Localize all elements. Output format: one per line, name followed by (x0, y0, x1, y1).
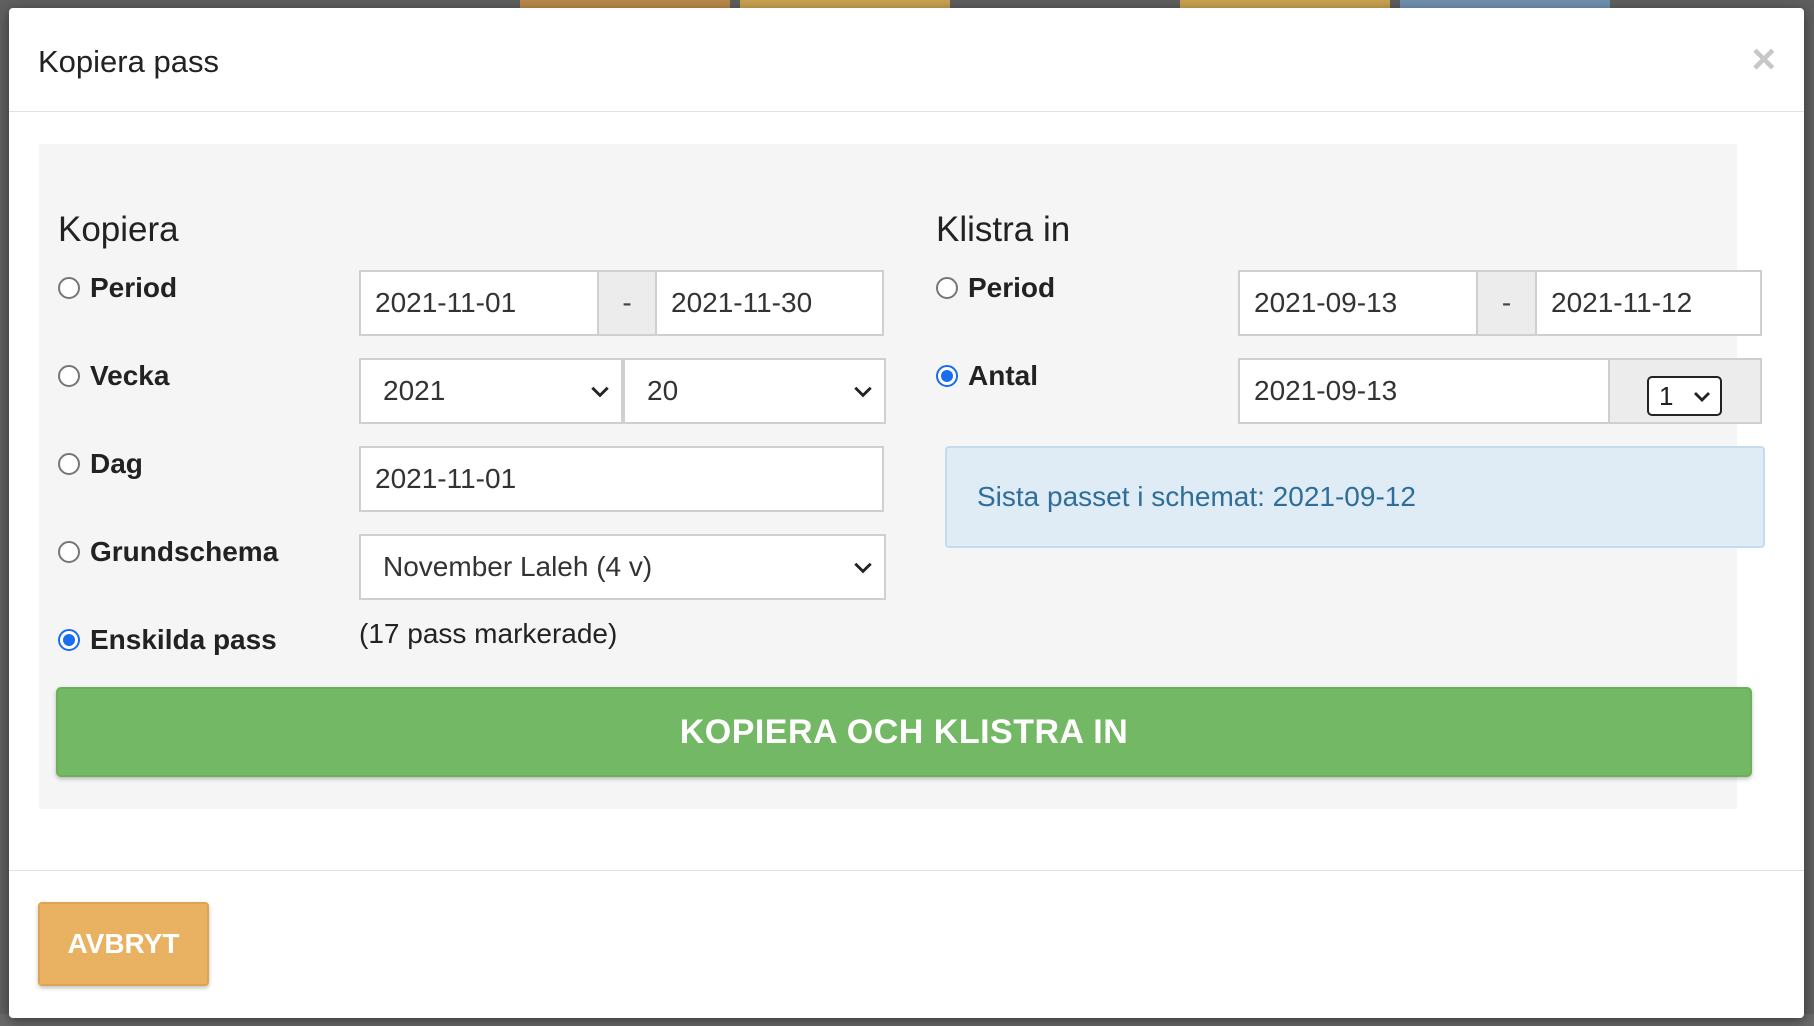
paste-period-radio[interactable] (936, 277, 958, 299)
copy-week-label: Vecka (90, 360, 170, 391)
week-year-value: 2021 (383, 375, 446, 406)
background-app-strip (520, 0, 730, 8)
copy-option-day[interactable]: Dag (58, 448, 143, 480)
week-year-select[interactable]: 2021 (359, 358, 623, 424)
copy-day-radio[interactable] (58, 453, 80, 475)
paste-option-period[interactable]: Period (936, 272, 1055, 304)
copy-day-input[interactable]: 2021-11-01 (359, 446, 884, 512)
copy-base-schedule-radio[interactable] (58, 541, 80, 563)
cancel-button[interactable]: AVBRYT (38, 902, 209, 986)
paste-heading: Klistra in (936, 210, 1071, 249)
base-schedule-value: November Laleh (4 v) (383, 551, 653, 582)
paste-count-radio[interactable] (936, 365, 958, 387)
paste-period-separator: - (1478, 270, 1535, 336)
dialog-header: Kopiera pass × (9, 8, 1804, 112)
copy-period-radio[interactable] (58, 277, 80, 299)
copy-paste-panel: Kopiera Period 2021-11-01 - 2021-11-30 V… (39, 144, 1765, 809)
close-icon[interactable]: × (1751, 38, 1776, 80)
paste-period-to-input[interactable]: 2021-11-12 (1535, 270, 1762, 336)
paste-count-start-input[interactable]: 2021-09-13 (1238, 358, 1610, 424)
copy-option-individual-shifts[interactable]: Enskilda pass (58, 624, 277, 656)
dialog-title: Kopiera pass (38, 44, 219, 79)
background-app-strip (740, 0, 950, 8)
copy-shifts-dialog: Kopiera pass × Kopiera Period 2021-11-01… (9, 8, 1804, 1018)
copy-day-label: Dag (90, 448, 143, 479)
copy-individual-shifts-radio[interactable] (58, 629, 80, 651)
week-number-select[interactable]: 20 (623, 358, 886, 424)
copy-period-from-input[interactable]: 2021-11-01 (359, 270, 599, 336)
copy-option-base-schedule[interactable]: Grundschema (58, 536, 278, 568)
copy-individual-shifts-label: Enskilda pass (90, 624, 277, 655)
copy-option-week[interactable]: Vecka (58, 360, 169, 392)
copy-and-paste-button[interactable]: KOPIERA OCH KLISTRA IN (56, 687, 1752, 777)
chevron-down-icon (854, 386, 872, 398)
base-schedule-select[interactable]: November Laleh (4 v) (359, 534, 886, 600)
paste-period-from-input[interactable]: 2021-09-13 (1238, 270, 1478, 336)
paste-option-count[interactable]: Antal (936, 360, 1038, 392)
paste-count-label: Antal (968, 360, 1038, 391)
copy-period-label: Period (90, 272, 178, 303)
dialog-footer (9, 870, 1804, 871)
paste-count-value: 1 (1659, 380, 1674, 411)
week-number-value: 20 (647, 375, 679, 406)
copy-option-period[interactable]: Period (58, 272, 177, 304)
copy-heading: Kopiera (58, 210, 179, 249)
copy-period-separator: - (599, 270, 655, 336)
paste-period-label: Period (968, 272, 1056, 303)
copy-base-schedule-label: Grundschema (90, 536, 279, 567)
marked-shifts-count: (17 pass markerade) (359, 618, 618, 649)
paste-count-select[interactable]: 1 (1647, 376, 1722, 416)
copy-period-to-input[interactable]: 2021-11-30 (655, 270, 884, 336)
chevron-down-icon (591, 386, 609, 398)
chevron-down-icon (1694, 392, 1710, 402)
last-shift-info: Sista passet i schemat: 2021-09-12 (945, 446, 1765, 548)
background-app-strip (1180, 0, 1390, 8)
chevron-down-icon (854, 562, 872, 574)
copy-week-radio[interactable] (58, 365, 80, 387)
background-app-strip (1400, 0, 1610, 8)
